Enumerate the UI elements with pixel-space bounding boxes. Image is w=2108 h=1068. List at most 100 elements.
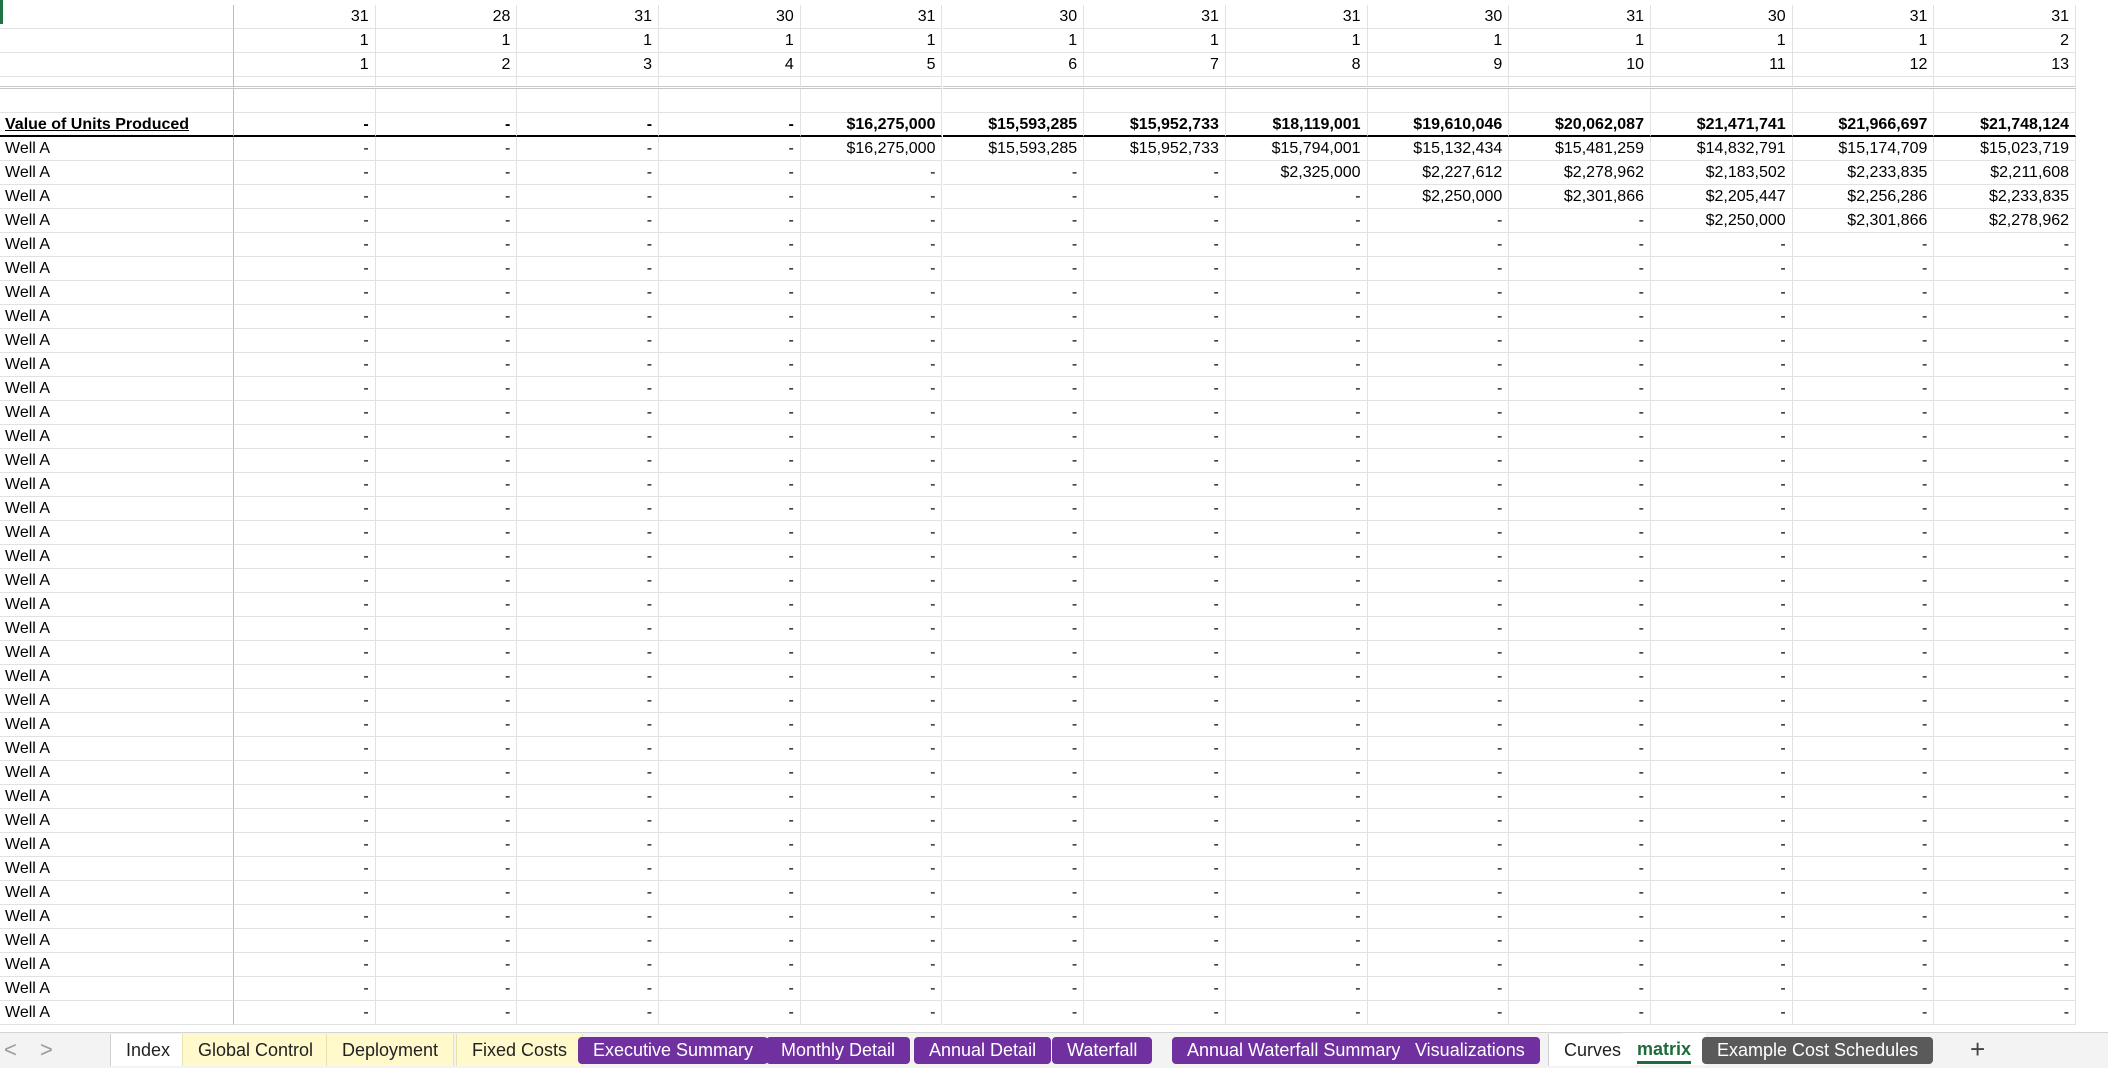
grid-cell[interactable]: - <box>517 545 660 569</box>
grid-cell[interactable]: - <box>1792 545 1935 569</box>
grid-cell[interactable]: - <box>517 905 660 929</box>
grid-cell[interactable]: - <box>942 161 1085 185</box>
grid-cell[interactable]: - <box>517 785 660 809</box>
grid-cell[interactable]: - <box>1509 905 1651 929</box>
grid-cell[interactable]: - <box>1509 209 1651 233</box>
grid-cell[interactable]: - <box>1792 881 1935 905</box>
grid-cell[interactable]: - <box>800 233 943 257</box>
row-label-cell[interactable]: Well A <box>0 353 234 377</box>
grid-cell[interactable]: - <box>1509 425 1651 449</box>
grid-cell[interactable]: - <box>1792 329 1935 353</box>
grid-cell[interactable]: $15,593,285 <box>942 113 1085 137</box>
grid-cell[interactable]: - <box>1084 449 1226 473</box>
grid-cell[interactable]: 13 <box>1934 53 2077 77</box>
grid-cell[interactable]: - <box>659 233 801 257</box>
grid-cell[interactable]: - <box>1651 257 1793 281</box>
grid-cell[interactable]: - <box>942 473 1085 497</box>
grid-cell[interactable]: - <box>375 185 518 209</box>
grid-cell[interactable] <box>1367 89 1510 113</box>
grid-cell[interactable]: - <box>800 545 943 569</box>
grid-cell[interactable]: - <box>800 929 943 953</box>
grid-cell[interactable]: $15,593,285 <box>942 137 1085 161</box>
grid-cell[interactable]: - <box>1367 857 1510 881</box>
grid-cell[interactable]: $2,301,866 <box>1792 209 1935 233</box>
grid-cell[interactable]: - <box>1367 449 1510 473</box>
grid-cell[interactable]: - <box>1792 905 1935 929</box>
grid-cell[interactable]: - <box>659 785 801 809</box>
grid-cell[interactable]: - <box>800 401 943 425</box>
grid-cell[interactable]: - <box>800 569 943 593</box>
grid-cell[interactable]: - <box>800 473 943 497</box>
grid-cell[interactable]: - <box>1367 209 1510 233</box>
grid-cell[interactable] <box>942 89 1085 113</box>
grid-cell[interactable]: - <box>942 377 1085 401</box>
sheet-tab[interactable]: Monthly Detail <box>766 1037 911 1064</box>
grid-cell[interactable]: - <box>1651 1001 1793 1025</box>
grid-cell[interactable]: - <box>234 689 376 713</box>
sheet-tab[interactable]: Annual Detail <box>914 1037 1052 1064</box>
grid-cell[interactable]: - <box>659 545 801 569</box>
grid-cell[interactable]: - <box>942 857 1085 881</box>
row-label-cell[interactable]: Well A <box>0 737 234 761</box>
grid-cell[interactable]: - <box>1225 257 1368 281</box>
grid-cell[interactable]: - <box>1651 617 1793 641</box>
grid-cell[interactable]: - <box>234 353 376 377</box>
grid-cell[interactable]: 1 <box>375 29 518 53</box>
grid-cell[interactable]: - <box>1367 953 1510 977</box>
grid-cell[interactable]: - <box>1509 977 1651 1001</box>
grid-cell[interactable]: - <box>234 641 376 665</box>
grid-cell[interactable]: - <box>659 137 801 161</box>
sheet-tab[interactable]: Deployment <box>326 1034 455 1066</box>
grid-cell[interactable]: $16,275,000 <box>800 113 943 137</box>
grid-cell[interactable]: - <box>517 617 660 641</box>
grid-cell[interactable]: - <box>517 641 660 665</box>
grid-cell[interactable] <box>1509 89 1651 113</box>
row-label-cell[interactable]: Well A <box>0 329 234 353</box>
grid-cell[interactable] <box>1367 77 1510 89</box>
grid-cell[interactable]: - <box>800 305 943 329</box>
grid-cell[interactable]: - <box>234 953 376 977</box>
grid-cell[interactable]: - <box>659 497 801 521</box>
grid-cell[interactable]: - <box>375 929 518 953</box>
grid-cell[interactable]: $21,748,124 <box>1934 113 2077 137</box>
grid-cell[interactable] <box>1084 77 1226 89</box>
next-sheet-icon[interactable]: > <box>40 1036 53 1064</box>
row-label-cell[interactable]: Well A <box>0 665 234 689</box>
grid-cell[interactable]: - <box>1225 305 1368 329</box>
grid-cell[interactable]: - <box>375 881 518 905</box>
grid-cell[interactable]: - <box>1651 713 1793 737</box>
grid-cell[interactable]: - <box>1651 281 1793 305</box>
grid-cell[interactable]: - <box>800 833 943 857</box>
grid-cell[interactable]: - <box>1084 857 1226 881</box>
grid-cell[interactable]: - <box>1792 809 1935 833</box>
grid-cell[interactable]: - <box>234 905 376 929</box>
grid-cell[interactable]: - <box>1934 833 2077 857</box>
grid-cell[interactable]: - <box>942 809 1085 833</box>
grid-cell[interactable]: - <box>1084 497 1226 521</box>
grid-cell[interactable]: - <box>1934 1001 2077 1025</box>
grid-cell[interactable]: - <box>1509 665 1651 689</box>
grid-cell[interactable]: - <box>1367 977 1510 1001</box>
grid-cell[interactable]: - <box>1509 593 1651 617</box>
grid-cell[interactable]: $18,119,001 <box>1225 113 1368 137</box>
grid-cell[interactable]: - <box>517 209 660 233</box>
grid-cell[interactable]: - <box>517 761 660 785</box>
grid-cell[interactable]: - <box>234 569 376 593</box>
grid-cell[interactable]: - <box>1651 809 1793 833</box>
grid-cell[interactable]: - <box>1367 809 1510 833</box>
grid-cell[interactable]: - <box>1934 545 2077 569</box>
grid-cell[interactable]: 1 <box>234 29 376 53</box>
grid-cell[interactable]: $21,966,697 <box>1792 113 1935 137</box>
grid-cell[interactable]: - <box>800 593 943 617</box>
row-label-cell[interactable]: Well A <box>0 953 234 977</box>
sheet-tab[interactable]: Global Control <box>182 1034 330 1066</box>
add-sheet-icon[interactable]: + <box>1970 1035 1985 1063</box>
grid-cell[interactable]: 1 <box>1509 29 1651 53</box>
grid-cell[interactable]: - <box>1509 329 1651 353</box>
grid-cell[interactable]: - <box>1651 305 1793 329</box>
grid-cell[interactable]: - <box>1509 521 1651 545</box>
grid-cell[interactable]: - <box>1367 905 1510 929</box>
grid-cell[interactable]: - <box>659 929 801 953</box>
grid-cell[interactable]: - <box>375 809 518 833</box>
grid-cell[interactable]: - <box>1084 209 1226 233</box>
